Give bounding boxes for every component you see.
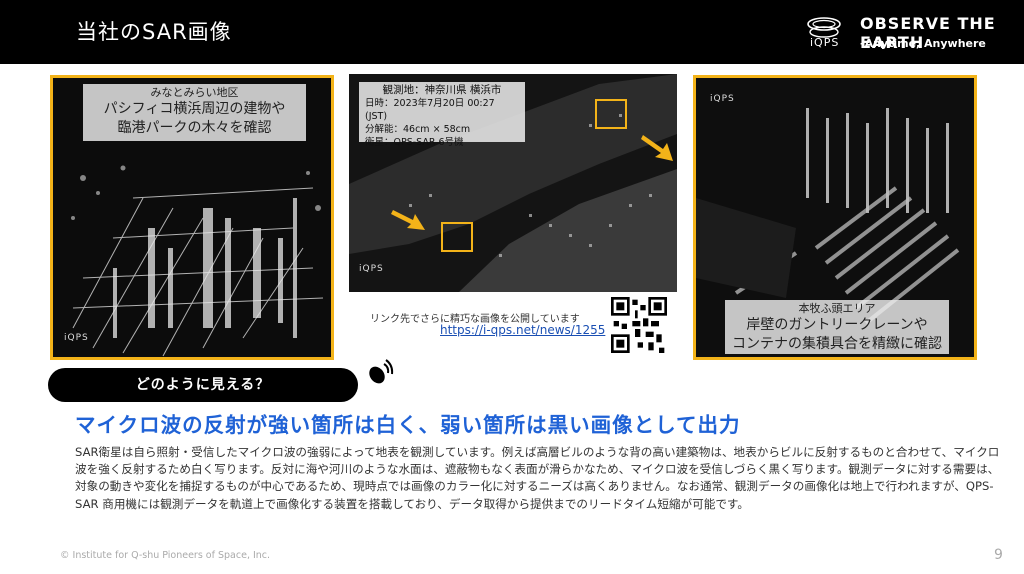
- watermark-logo: iQPS: [64, 333, 89, 343]
- caption-box: 本牧ふ頭エリア 岸壁のガントリークレーンや コンテナの集積具合を精緻に確認: [725, 300, 949, 354]
- section-label-pill: どのように見える？: [48, 368, 358, 402]
- headline: マイクロ波の反射が強い箇所は白く、弱い箇所は黒い画像として出力: [75, 413, 741, 437]
- arrow-icon: [391, 210, 425, 230]
- caption-line: コンテナの集積具合を精緻に確認: [732, 336, 942, 352]
- header-bar: 当社のSAR画像 iQPS OBSERVE THE EARTH -Anytime…: [0, 0, 1024, 64]
- sar-image-honmoku: iQPS 本牧ふ頭エリア 岸壁のガントリークレーンや コンテナの集積具合を精緻に…: [693, 75, 977, 360]
- caption-line: 岸壁のガントリークレーンや: [746, 317, 928, 333]
- body-text: SAR衛星は自ら照射・受信したマイクロ波の強弱によって地表を観測しています。例え…: [75, 445, 1000, 511]
- caption-line: 臨港パークの木々を確認: [117, 120, 272, 136]
- sound-icon: [369, 359, 394, 384]
- watermark-logo: iQPS: [710, 94, 735, 104]
- meta-satellite: 衛星：QPS-SAR 6号機: [365, 137, 464, 148]
- sar-image-minatomirai: みなとみらい地区 パシフィコ横浜周辺の建物や 臨港パークの木々を確認 iQPS: [50, 75, 334, 360]
- logo-text: iQPS: [810, 36, 840, 49]
- area-label: みなとみらい地区: [150, 86, 239, 99]
- iqps-logo-icon: [807, 17, 841, 38]
- meta-location: 観測地：神奈川県 横浜市: [382, 84, 502, 96]
- observation-metadata: 観測地：神奈川県 横浜市 日時：2023年7月20日 00:27 (JST) 分…: [359, 82, 525, 148]
- caption-line: パシフィコ横浜周辺の建物や: [103, 101, 286, 117]
- news-link[interactable]: https://i-qps.net/news/1255: [440, 323, 605, 337]
- brand-subtagline: -Anytime, Anywhere: [860, 37, 986, 50]
- meta-datetime: 日時：2023年7月20日 00:27 (JST): [365, 98, 495, 122]
- area-label: 本牧ふ頭エリア: [798, 302, 876, 315]
- qr-code-icon: [611, 297, 667, 353]
- caption-box: みなとみらい地区 パシフィコ横浜周辺の建物や 臨港パークの木々を確認: [83, 84, 306, 141]
- page-number: 9: [994, 547, 1003, 563]
- watermark-logo: iQPS: [359, 264, 384, 274]
- arrow-icon: [641, 135, 673, 161]
- meta-resolution: 分解能：46cm × 58cm: [365, 124, 471, 135]
- copyright: © Institute for Q-shu Pioneers of Space,…: [60, 550, 271, 561]
- page-title: 当社のSAR画像: [76, 20, 232, 44]
